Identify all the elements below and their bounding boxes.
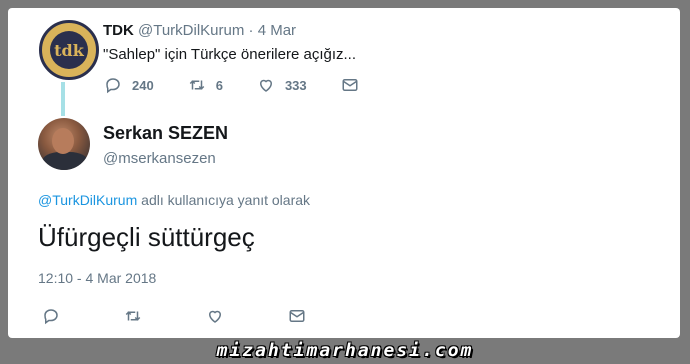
user-avatar[interactable] — [38, 118, 90, 170]
reply-icon — [44, 309, 58, 325]
avatar-body — [42, 152, 88, 170]
parent-tweet-text: "Sahlep" için Türkçe önerilere açığız... — [103, 46, 356, 63]
thread-line — [61, 82, 65, 116]
retweet-count: 6 — [215, 77, 223, 93]
main-retweet-button[interactable] — [124, 307, 142, 325]
like-icon — [259, 79, 272, 92]
reply-count: 240 — [132, 77, 154, 93]
watermark: mizahtimarhanesi.com — [216, 340, 474, 361]
separator-dot: · — [248, 22, 254, 39]
avatar-face — [52, 128, 74, 154]
main-author-name[interactable]: Serkan SEZEN — [103, 123, 228, 144]
reply-to-suffix: adlı kullanıcıya yanıt olarak — [137, 192, 311, 208]
retweet-icon — [189, 80, 204, 90]
parent-tweet-header: TDK @TurkDilKurum · 4 Mar — [103, 22, 296, 39]
main-reply-button[interactable] — [42, 307, 60, 325]
parent-author-handle[interactable]: @TurkDilKurum — [138, 22, 244, 39]
tweet-card: tdk TDK @TurkDilKurum · 4 Mar "Sahlep" i… — [8, 8, 680, 338]
retweet-icon — [125, 311, 141, 321]
parent-tweet-time[interactable]: 4 Mar — [258, 22, 296, 39]
parent-retweet-button[interactable]: 6 — [188, 76, 223, 94]
reply-to-link[interactable]: @TurkDilKurum — [38, 192, 137, 208]
main-action-bar — [42, 307, 370, 325]
main-like-button[interactable] — [206, 307, 224, 325]
main-author-handle[interactable]: @mserkansezen — [103, 150, 216, 167]
like-count: 333 — [284, 77, 307, 93]
like-icon — [208, 310, 222, 323]
reply-icon — [106, 78, 120, 94]
reply-context: @TurkDilKurum adlı kullanıcıya yanıt ola… — [38, 192, 310, 208]
tweet-timestamp[interactable]: 12:10 - 4 Mar 2018 — [38, 270, 156, 286]
parent-message-button[interactable] — [341, 76, 359, 94]
parent-reply-button[interactable]: 240 — [104, 76, 154, 94]
message-icon — [342, 79, 358, 91]
message-icon — [289, 310, 305, 322]
main-message-button[interactable] — [288, 307, 306, 325]
main-tweet-text: Üfürgeçli süttürgeç — [38, 222, 255, 252]
parent-author-name[interactable]: TDK — [103, 22, 134, 39]
parent-action-bar: 240 6 333 — [104, 76, 393, 94]
parent-like-button[interactable]: 333 — [257, 76, 307, 94]
tdk-avatar[interactable]: tdk — [39, 20, 99, 80]
tdk-logo: tdk — [50, 31, 88, 69]
